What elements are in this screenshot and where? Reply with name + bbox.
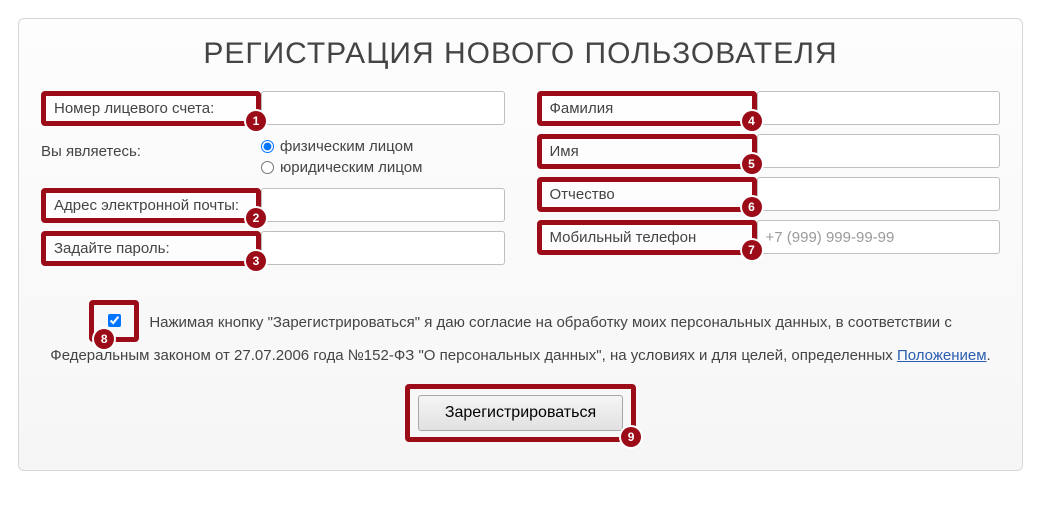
consent-checkbox-highlight: 8	[89, 300, 139, 342]
firstname-label-text: Имя	[550, 143, 579, 160]
submit-button[interactable]: Зарегистрироваться	[418, 395, 623, 431]
middlename-label: Отчество 6	[537, 177, 757, 212]
badge-4: 4	[742, 111, 762, 131]
badge-1: 1	[246, 111, 266, 131]
radio-legal[interactable]	[261, 161, 274, 174]
firstname-input[interactable]	[757, 134, 1001, 168]
account-number-label: Номер лицевого счета: 1	[41, 91, 261, 126]
you-are-label: Вы являетесь:	[41, 134, 261, 168]
consent-area: 8 Нажимая кнопку "Зарегистрироваться" я …	[41, 302, 1000, 368]
right-column: Фамилия 4 Имя 5	[537, 91, 1001, 274]
account-number-input[interactable]	[261, 91, 505, 125]
consent-pre: Нажимая кнопку "Зарегистрироваться" я да…	[50, 314, 952, 364]
phone-input[interactable]	[757, 220, 1001, 254]
registration-panel: РЕГИСТРАЦИЯ НОВОГО ПОЛЬЗОВАТЕЛЯ Номер ли…	[18, 18, 1023, 471]
consent-post: .	[987, 347, 991, 364]
email-label-text: Адрес электронной почты:	[54, 197, 239, 214]
badge-8: 8	[94, 329, 114, 349]
page-title: РЕГИСТРАЦИЯ НОВОГО ПОЛЬЗОВАТЕЛЯ	[41, 37, 1000, 71]
phone-label-text: Мобильный телефон	[550, 229, 697, 246]
radio-legal-label: юридическим лицом	[280, 159, 422, 176]
email-input[interactable]	[261, 188, 505, 222]
password-label: Задайте пароль: 3	[41, 231, 261, 266]
submit-highlight: Зарегистрироваться 9	[405, 384, 636, 442]
consent-checkbox[interactable]	[108, 314, 121, 327]
password-label-text: Задайте пароль:	[54, 240, 170, 257]
consent-text: Нажимая кнопку "Зарегистрироваться" я да…	[50, 314, 990, 364]
badge-5: 5	[742, 154, 762, 174]
phone-label: Мобильный телефон 7	[537, 220, 757, 255]
badge-7: 7	[742, 240, 762, 260]
lastname-label-text: Фамилия	[550, 100, 614, 117]
you-are-label-text: Вы являетесь:	[41, 143, 141, 160]
middlename-input[interactable]	[757, 177, 1001, 211]
middlename-label-text: Отчество	[550, 186, 615, 203]
radio-individual-label: физическим лицом	[280, 138, 413, 155]
badge-2: 2	[246, 208, 266, 228]
badge-3: 3	[246, 251, 266, 271]
lastname-label: Фамилия 4	[537, 91, 757, 126]
email-label: Адрес электронной почты: 2	[41, 188, 261, 223]
lastname-input[interactable]	[757, 91, 1001, 125]
left-column: Номер лицевого счета: 1 Вы являетесь:	[41, 91, 505, 274]
radio-individual[interactable]	[261, 140, 274, 153]
badge-6: 6	[742, 197, 762, 217]
consent-link[interactable]: Положением	[897, 347, 987, 364]
account-number-label-text: Номер лицевого счета:	[54, 100, 214, 117]
firstname-label: Имя 5	[537, 134, 757, 169]
password-input[interactable]	[261, 231, 505, 265]
badge-9: 9	[621, 427, 641, 447]
